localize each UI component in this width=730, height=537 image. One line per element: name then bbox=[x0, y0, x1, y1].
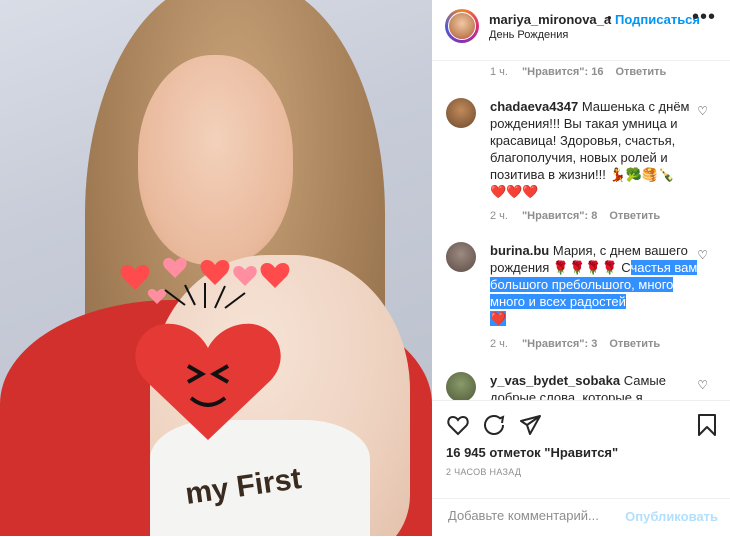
header-separator: • bbox=[607, 10, 612, 25]
comment-time: 2 ч. bbox=[490, 338, 508, 350]
comment-input[interactable] bbox=[446, 507, 650, 524]
floating-hearts-sticker bbox=[120, 257, 290, 309]
add-comment-bar: Опубликовать bbox=[432, 498, 730, 537]
comment-meta: 1 ч. "Нравится": 16 Ответить bbox=[490, 66, 678, 78]
post-header: mariya_mironova_a • Подписаться День Рож… bbox=[432, 0, 730, 61]
comment-item: y_vas_bydet_sobaka Самые добрые слова, к… bbox=[490, 372, 700, 400]
publish-button[interactable]: Опубликовать bbox=[625, 509, 718, 524]
comment-likes-count[interactable]: "Нравится": 3 bbox=[522, 338, 597, 350]
commenter-username[interactable]: burina.bu bbox=[490, 243, 549, 258]
comment-like-heart-icon[interactable]: ♡ bbox=[697, 378, 708, 392]
more-icon[interactable]: ••• bbox=[692, 7, 716, 27]
commenter-avatar[interactable] bbox=[446, 372, 476, 400]
photo-face bbox=[138, 55, 293, 265]
comment-emoji-line: ❤️❤️❤️ bbox=[490, 184, 539, 199]
comment-emoji-selected: ❤️ bbox=[490, 311, 507, 326]
bookmark-icon[interactable] bbox=[696, 413, 718, 437]
likes-count[interactable]: 16 945 отметок "Нравится" bbox=[446, 445, 618, 460]
author-avatar[interactable] bbox=[445, 9, 479, 43]
comment-time: 1 ч. bbox=[490, 66, 508, 78]
heart-icon[interactable] bbox=[446, 413, 470, 437]
comment-item: chadaeva4347 Машенька с днём рождения!!!… bbox=[490, 98, 700, 200]
comment-meta: 2 ч. "Нравится": 8 Ответить bbox=[490, 210, 672, 222]
author-username[interactable]: mariya_mironova_a bbox=[489, 12, 611, 27]
commenter-username[interactable]: y_vas_bydet_sobaka bbox=[490, 373, 620, 388]
comment-likes-count[interactable]: "Нравится": 8 bbox=[522, 210, 597, 222]
share-icon[interactable] bbox=[518, 413, 542, 437]
post-location[interactable]: День Рождения bbox=[489, 29, 568, 41]
post-photo[interactable]: my First bbox=[0, 0, 432, 536]
reply-button[interactable]: Ответить bbox=[609, 210, 660, 222]
follow-button[interactable]: Подписаться bbox=[615, 12, 700, 27]
commenter-avatar[interactable] bbox=[446, 242, 476, 272]
commenter-avatar[interactable] bbox=[446, 98, 476, 128]
comment-like-heart-icon[interactable]: ♡ bbox=[697, 104, 708, 118]
comment-meta: 2 ч. "Нравится": 3 Ответить bbox=[490, 338, 672, 350]
comment-like-heart-icon[interactable]: ♡ bbox=[697, 248, 708, 262]
post-timestamp[interactable]: 2 ЧАСОВ НАЗАД bbox=[446, 467, 521, 477]
comment-icon[interactable] bbox=[482, 413, 506, 437]
reply-button[interactable]: Ответить bbox=[615, 66, 666, 78]
comment-likes-count[interactable]: "Нравится": 16 bbox=[522, 66, 603, 78]
comment-time: 2 ч. bbox=[490, 210, 508, 222]
post-actions: 16 945 отметок "Нравится" 2 ЧАСОВ НАЗАД bbox=[432, 400, 730, 499]
commenter-username[interactable]: chadaeva4347 bbox=[490, 99, 578, 114]
comment-item: burina.bu Мария, с днем вашего рождения … bbox=[490, 242, 700, 327]
heart-emoji-sticker bbox=[135, 323, 281, 440]
reply-button[interactable]: Ответить bbox=[609, 338, 660, 350]
comments-list[interactable]: 1 ч. "Нравится": 16 Ответить chadaeva4347 … bbox=[432, 60, 730, 400]
